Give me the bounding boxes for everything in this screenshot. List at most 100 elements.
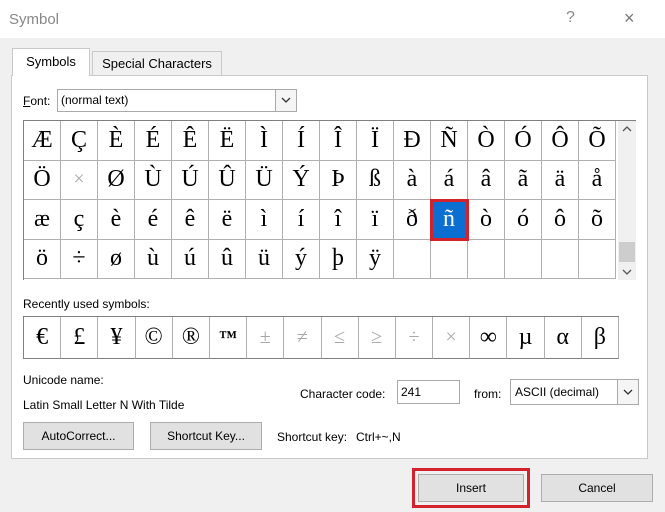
recent-symbol-cell[interactable]: ® xyxy=(172,317,210,359)
symbol-cell[interactable]: Ô xyxy=(542,121,579,161)
cancel-button[interactable]: Cancel xyxy=(541,474,653,502)
symbol-grid: Æ Ç È É Ê Ë Ì Í Î Ï Ð Ñ Ò Ó Ô Õ Ö × Ø Ù Ú Û Ü Ý Þß à á â ã ä å æ ç è é ê ë ì í… xyxy=(23,120,618,280)
scroll-up-icon[interactable] xyxy=(622,125,632,132)
symbol-cell[interactable]: Ø xyxy=(98,160,135,200)
recent-symbol-cell[interactable]: µ xyxy=(507,317,545,359)
symbol-cell[interactable]: å xyxy=(579,160,616,200)
symbol-cell[interactable]: õ xyxy=(579,200,616,240)
symbol-cell[interactable]: ù xyxy=(135,239,172,279)
font-select[interactable]: (normal text) xyxy=(57,89,297,112)
symbol-cell[interactable]: ç xyxy=(61,200,98,240)
symbol-cell[interactable]: Ð xyxy=(394,121,431,161)
symbol-cell[interactable]: ò xyxy=(468,200,505,240)
symbol-cell[interactable]: Ù xyxy=(135,160,172,200)
tab-special-characters-label: Special Characters xyxy=(102,56,212,71)
symbol-cell[interactable]: ø xyxy=(98,239,135,279)
close-icon[interactable]: × xyxy=(624,8,635,29)
symbol-cell[interactable]: á xyxy=(431,160,468,200)
symbol-cell[interactable]: â xyxy=(468,160,505,200)
symbol-cell[interactable]: ñ xyxy=(430,199,469,241)
symbol-cell[interactable]: Ì xyxy=(246,121,283,161)
character-code-input[interactable]: 241 xyxy=(397,380,460,404)
recent-symbol-cell[interactable]: ¥ xyxy=(98,317,136,359)
symbol-cell[interactable]: Ò xyxy=(468,121,505,161)
symbol-cell[interactable]: ã xyxy=(505,160,542,200)
symbol-cell[interactable]: é xyxy=(135,200,172,240)
symbol-cell[interactable]: ì xyxy=(246,200,283,240)
symbol-cell[interactable]: þ xyxy=(320,239,357,279)
symbol-cell[interactable]: Ñ xyxy=(431,121,468,161)
symbol-cell[interactable]: Þ xyxy=(320,160,357,200)
symbol-cell[interactable]: í xyxy=(283,200,320,240)
symbol-cell[interactable]: Ó xyxy=(505,121,542,161)
recent-symbol-cell[interactable]: ≥ xyxy=(358,317,396,359)
shortcut-key-button[interactable]: Shortcut Key... xyxy=(150,422,262,450)
symbol-cell[interactable]: ó xyxy=(505,200,542,240)
scrollbar-thumb[interactable] xyxy=(619,242,635,262)
symbol-grid-scrollbar[interactable] xyxy=(618,120,636,280)
autocorrect-button[interactable]: AutoCorrect... xyxy=(23,422,134,450)
symbol-cell[interactable]: È xyxy=(98,121,135,161)
symbol-cell[interactable]: ð xyxy=(394,200,431,240)
symbol-cell[interactable]: ú xyxy=(172,239,209,279)
symbol-cell[interactable]: Ü xyxy=(246,160,283,200)
from-dropdown-button[interactable] xyxy=(617,380,638,404)
font-dropdown-button[interactable] xyxy=(275,90,296,111)
symbol-cell[interactable]: ô xyxy=(542,200,579,240)
symbol-cell[interactable]: ï xyxy=(357,200,394,240)
unicode-name-label: Unicode name: xyxy=(23,373,104,387)
symbol-cell[interactable]: Õ xyxy=(579,121,616,161)
shortcut-key-value: Ctrl+~,N xyxy=(356,430,401,444)
symbol-cell[interactable]: Û xyxy=(209,160,246,200)
symbol-cell[interactable]: Ë xyxy=(209,121,246,161)
recent-symbol-cell[interactable]: β xyxy=(581,317,619,359)
symbol-cell[interactable]: Í xyxy=(283,121,320,161)
recent-symbol-cell[interactable]: € xyxy=(24,317,62,359)
tab-special-characters[interactable]: Special Characters xyxy=(92,51,222,75)
symbol-cell[interactable]: à xyxy=(394,160,431,200)
symbol-cell[interactable]: ÿ xyxy=(357,239,394,279)
symbol-cell[interactable]: Æ xyxy=(24,121,61,161)
symbol-cell[interactable]: ö xyxy=(24,239,61,279)
insert-button[interactable]: Insert xyxy=(412,468,530,508)
symbol-cell[interactable]: Ý xyxy=(283,160,320,200)
symbol-cell[interactable]: ü xyxy=(246,239,283,279)
symbol-cell[interactable]: ë xyxy=(209,200,246,240)
recent-symbol-cell[interactable]: × xyxy=(433,317,471,359)
symbol-cell[interactable]: Ö xyxy=(24,160,61,200)
recent-symbol-cell[interactable]: £ xyxy=(61,317,99,359)
symbol-cell[interactable]: Ê xyxy=(172,121,209,161)
symbol-cell[interactable]: ý xyxy=(283,239,320,279)
symbol-cell[interactable]: è xyxy=(98,200,135,240)
recent-symbol-cell[interactable]: α xyxy=(544,317,582,359)
help-icon[interactable]: ? xyxy=(566,9,575,27)
recent-symbol-cell[interactable]: ± xyxy=(247,317,285,359)
symbol-cell[interactable]: Ç xyxy=(61,121,98,161)
symbol-cell[interactable]: î xyxy=(320,200,357,240)
empty-symbol-cell xyxy=(468,239,505,279)
symbol-cell[interactable]: Ï xyxy=(357,121,394,161)
symbol-cell[interactable]: É xyxy=(135,121,172,161)
chevron-down-icon xyxy=(623,389,633,395)
from-select[interactable]: ASCII (decimal) xyxy=(510,379,639,405)
symbol-cell[interactable]: ä xyxy=(542,160,579,200)
recent-symbol-cell[interactable]: © xyxy=(135,317,173,359)
empty-symbol-cell xyxy=(394,239,431,279)
symbol-cell[interactable]: ÷ xyxy=(61,239,98,279)
tab-symbols[interactable]: Symbols xyxy=(12,48,90,76)
symbol-cell[interactable]: ê xyxy=(172,200,209,240)
symbol-cell[interactable]: û xyxy=(209,239,246,279)
recent-symbol-cell[interactable]: ™ xyxy=(209,317,248,359)
symbol-cell[interactable]: Ú xyxy=(172,160,209,200)
recent-symbol-cell[interactable]: ÷ xyxy=(395,317,434,359)
recent-symbol-cell[interactable]: ∞ xyxy=(470,317,508,359)
shortcut-key-button-label: Shortcut Key... xyxy=(167,429,245,443)
recent-symbols-grid: € £ ¥ © ® ™ ± ≠ ≤ ≥ ÷ × ∞ µ α β xyxy=(23,316,619,359)
scroll-down-icon[interactable] xyxy=(622,269,632,276)
symbol-cell[interactable]: ß xyxy=(357,160,394,200)
recent-symbol-cell[interactable]: ≤ xyxy=(321,317,359,359)
symbol-cell[interactable]: × xyxy=(61,160,98,200)
symbol-cell[interactable]: Î xyxy=(320,121,357,161)
symbol-cell[interactable]: æ xyxy=(24,200,61,240)
recent-symbol-cell[interactable]: ≠ xyxy=(284,317,322,359)
